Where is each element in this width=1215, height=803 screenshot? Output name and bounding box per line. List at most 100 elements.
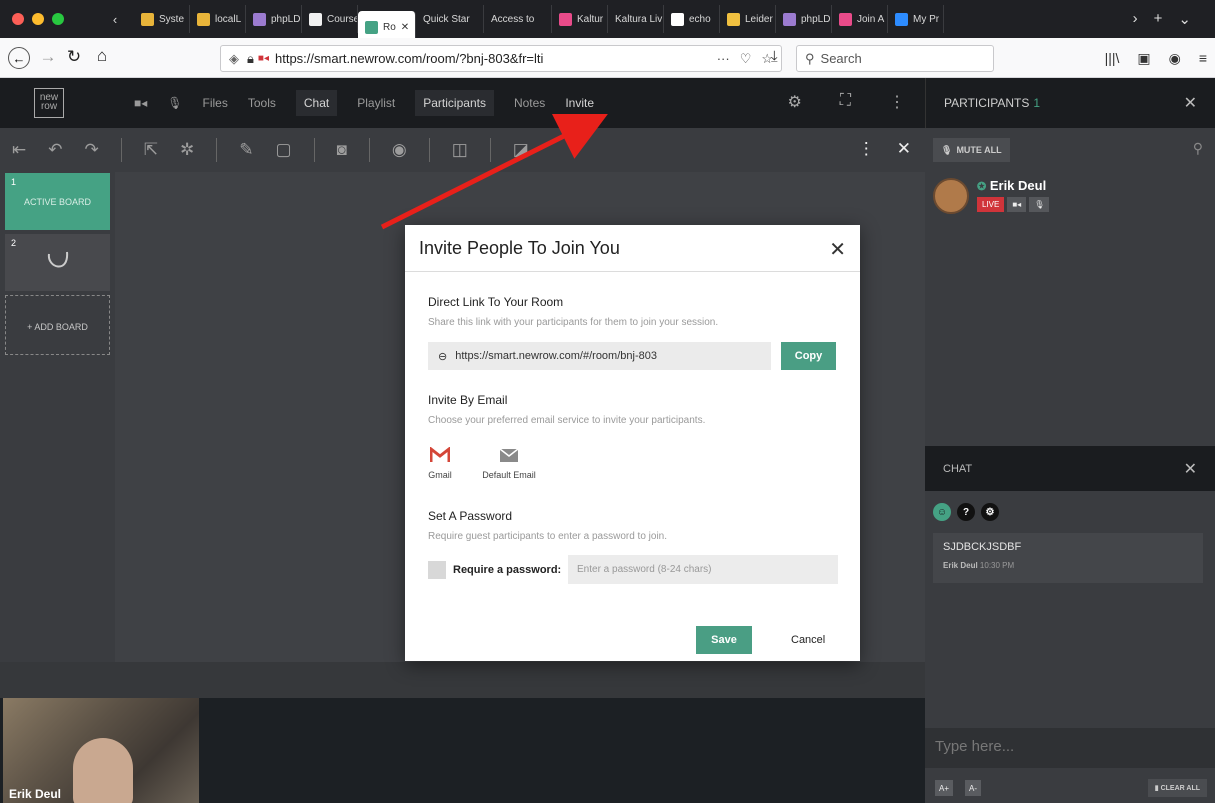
camera-icon[interactable]: ■◂ xyxy=(1007,197,1027,212)
browser-tab[interactable]: Kaltur xyxy=(552,5,608,33)
browser-nav-bar: ← → ↻ ⌂ ◈ 🔒︎ ■◂ https://smart.newrow.com… xyxy=(0,38,1215,78)
participant-face xyxy=(73,738,133,803)
gmail-option[interactable]: Gmail xyxy=(425,444,455,480)
link-icon: ⊖ xyxy=(438,350,448,363)
participant-video[interactable]: Erik Deul xyxy=(3,698,199,803)
page-actions-icon[interactable]: ··· xyxy=(717,51,730,67)
cancel-button[interactable]: Cancel xyxy=(791,626,825,654)
chat-settings-icon[interactable]: ⚙ xyxy=(981,503,999,521)
collapse-boards-icon[interactable]: ⇤ xyxy=(12,140,26,160)
help-icon[interactable]: ? xyxy=(957,503,975,521)
zoom-window-button[interactable] xyxy=(52,13,64,25)
window-controls xyxy=(0,13,96,25)
record-circle-icon[interactable]: ◉ xyxy=(392,140,407,160)
nav-playlist[interactable]: Playlist xyxy=(357,96,395,110)
tabs-scroll-right-icon[interactable]: › xyxy=(1133,10,1138,28)
chat-emoji-icon[interactable]: ☺ xyxy=(933,503,951,521)
clear-all-button[interactable]: ▮ CLEAR ALL xyxy=(1147,779,1207,797)
chevron-down-icon[interactable]: ⌄ xyxy=(1178,10,1191,28)
search-field[interactable]: ⚲ Search xyxy=(796,45,994,72)
copy-button[interactable]: Copy xyxy=(781,342,836,370)
toolbar-divider xyxy=(428,138,430,162)
account-icon[interactable]: ◉ xyxy=(1169,50,1181,67)
save-button[interactable]: Save xyxy=(696,626,752,654)
shield-icon[interactable]: ◈ xyxy=(229,51,239,67)
pencil-icon[interactable]: ✎ xyxy=(239,140,253,160)
redo-icon[interactable]: ↷ xyxy=(85,140,99,160)
nav-notes[interactable]: Notes xyxy=(514,96,545,110)
new-tab-icon[interactable]: + xyxy=(1154,10,1163,28)
font-increase-button[interactable]: A+ xyxy=(935,780,954,796)
close-chat-icon[interactable]: ✕ xyxy=(1184,459,1197,479)
browser-tab[interactable]: localL xyxy=(190,5,246,33)
browser-tab[interactable]: Course xyxy=(302,5,358,33)
microphone-icon[interactable]: 🎙︎ xyxy=(1029,197,1050,212)
tabs-scroll-left-icon[interactable]: ‹ xyxy=(96,5,134,33)
font-decrease-button[interactable]: A- xyxy=(965,780,981,796)
default-email-option[interactable]: Default Email xyxy=(474,444,544,480)
pocket-icon[interactable]: ♡ xyxy=(740,51,752,67)
reload-icon[interactable]: ↻ xyxy=(60,47,88,67)
nav-tools[interactable]: Tools xyxy=(248,96,276,110)
minimize-window-button[interactable] xyxy=(32,13,44,25)
shape-icon[interactable]: ▢ xyxy=(276,140,292,160)
board-number: 2 xyxy=(11,238,17,248)
app-nav: ■◂ 🎙︎ Files Tools Chat Playlist Particip… xyxy=(100,90,594,116)
password-input[interactable]: Enter a password (8-24 chars) xyxy=(568,555,838,584)
nav-invite[interactable]: Invite xyxy=(565,96,594,110)
tab-label: Course xyxy=(327,13,358,25)
back-icon[interactable]: ← xyxy=(8,47,30,69)
pointer-icon[interactable]: ⇱ xyxy=(144,140,158,160)
nav-chat[interactable]: Chat xyxy=(295,90,338,116)
tab-label: Join A xyxy=(857,13,885,25)
browser-tab[interactable]: Quick Star xyxy=(416,5,484,33)
menu-icon[interactable]: ≡ xyxy=(1199,50,1207,67)
more-vertical-icon[interactable]: ⋮ xyxy=(858,139,875,159)
browser-tab[interactable]: echo xyxy=(664,5,720,33)
participant-name-text: Erik Deul xyxy=(989,178,1047,193)
require-password-checkbox[interactable] xyxy=(428,560,446,579)
clear-board-icon[interactable]: ◪ xyxy=(513,140,529,160)
browser-tab[interactable]: Syste xyxy=(134,5,190,33)
close-modal-icon[interactable]: ✕ xyxy=(829,237,846,262)
mute-all-button[interactable]: 🎙︎ MUTE ALL xyxy=(933,138,1010,162)
browser-tab[interactable]: Leider xyxy=(720,5,776,33)
forward-icon[interactable]: → xyxy=(34,47,62,67)
browser-tab[interactable]: Join A xyxy=(832,5,888,33)
fullscreen-icon[interactable]: ⛶ xyxy=(840,92,851,112)
browser-tab[interactable]: phpLD xyxy=(776,5,832,33)
board-item-2[interactable]: 2 xyxy=(5,234,110,291)
undo-icon[interactable]: ↶ xyxy=(48,140,62,160)
chat-title: CHAT xyxy=(943,462,973,475)
snapshot-camera-icon[interactable]: ◫ xyxy=(452,140,468,160)
search-icon[interactable]: ⚲ xyxy=(1193,140,1203,157)
browser-tab[interactable]: phpLD xyxy=(246,5,302,33)
sidebar-icon[interactable]: ▣ xyxy=(1137,50,1150,67)
board-item-active[interactable]: 1 ACTIVE BOARD xyxy=(5,173,110,230)
address-bar[interactable]: ◈ 🔒︎ ■◂ https://smart.newrow.com/room/?b… xyxy=(220,45,782,72)
close-tab-icon[interactable]: ✕ xyxy=(401,22,409,33)
download-icon[interactable]: ⤓ xyxy=(771,48,778,65)
record-square-icon[interactable]: ◙ xyxy=(337,140,347,160)
gear-icon[interactable]: ⚙ xyxy=(787,92,801,112)
room-link-field[interactable]: ⊖ https://smart.newrow.com/#/room/bnj-80… xyxy=(428,342,771,370)
home-icon[interactable]: ⌂ xyxy=(88,46,116,66)
browser-tab[interactable]: Access to xyxy=(484,5,552,33)
close-participants-icon[interactable]: ✕ xyxy=(1184,93,1197,113)
close-window-button[interactable] xyxy=(12,13,24,25)
camera-permission-icon[interactable]: ■◂ xyxy=(258,53,269,64)
chat-input[interactable]: Type here... xyxy=(925,728,1215,768)
password-desc: Require guest participants to enter a pa… xyxy=(428,531,668,542)
nav-files[interactable]: Files xyxy=(203,96,228,110)
microphone-icon[interactable]: 🎙︎ xyxy=(167,96,182,110)
close-whiteboard-icon[interactable]: ✕ xyxy=(897,139,911,159)
camera-icon[interactable]: ■◂ xyxy=(134,96,147,110)
browser-tab[interactable]: My Pr xyxy=(888,5,944,33)
library-icon[interactable]: |||\ xyxy=(1105,50,1120,67)
browser-tab[interactable]: Kaltura Liv xyxy=(608,5,664,33)
nav-participants[interactable]: Participants xyxy=(415,90,494,116)
more-vertical-icon[interactable]: ⋮ xyxy=(889,92,905,112)
require-password-label: Require a password: xyxy=(453,563,562,576)
laser-pointer-icon[interactable]: ✲ xyxy=(180,140,194,160)
add-board-button[interactable]: + ADD BOARD xyxy=(5,295,110,355)
